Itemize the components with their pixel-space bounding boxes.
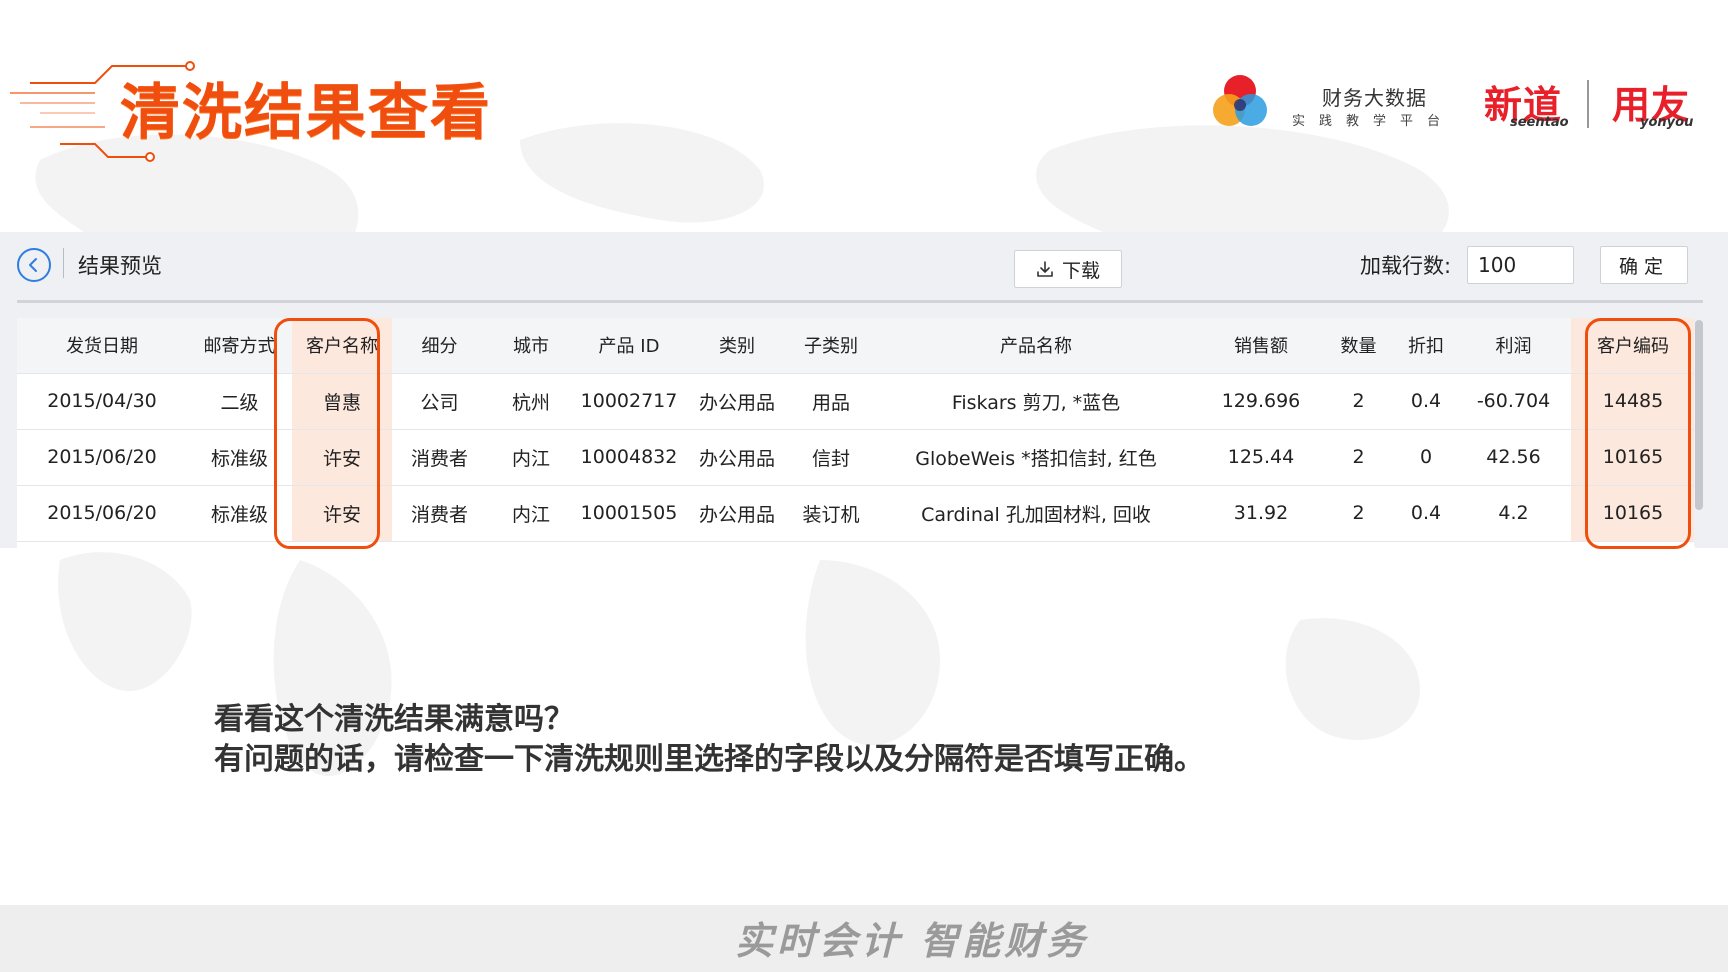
col-header-product-name[interactable]: 产品名称 [871, 318, 1201, 374]
cell-customer-name: 许安 [292, 485, 392, 542]
download-icon [1037, 261, 1053, 277]
cell-sales: 31.92 [1201, 485, 1321, 542]
platform-name: 财务大数据 [1322, 86, 1427, 110]
table-row[interactable]: 2015/06/20 标准级 许安 消费者 内江 10001505 办公用品 装… [17, 485, 1695, 542]
cell-city: 内江 [487, 429, 575, 486]
caption-line-2: 有问题的话，请检查一下清洗规则里选择的字段以及分隔符是否填写正确。 [214, 742, 1204, 777]
result-table: 发货日期 邮寄方式 客户名称 细分 城市 产品 ID 类别 子类别 产品名称 销… [17, 318, 1695, 548]
cell-ship-date: 2015/04/30 [17, 373, 187, 430]
cell-profit: 4.2 [1456, 485, 1571, 542]
cell-discount: 0 [1396, 429, 1456, 486]
cell-ship-mode: 标准级 [187, 429, 292, 486]
toolbar: 结果预览 下载 加载行数: 确定 [0, 232, 1728, 302]
col-header-customer-id[interactable]: 客户编码 [1571, 318, 1695, 374]
col-header-segment[interactable]: 细分 [392, 318, 487, 374]
cell-city: 内江 [487, 485, 575, 542]
chevron-left-icon [29, 258, 37, 272]
cell-discount: 0.4 [1396, 485, 1456, 542]
caption-line-1: 看看这个清洗结果满意吗？ [214, 702, 574, 737]
cell-segment: 消费者 [392, 429, 487, 486]
cell-discount: 0.4 [1396, 373, 1456, 430]
table-row[interactable]: 2015/04/30 二级 曾惠 公司 杭州 10002717 办公用品 用品 … [17, 373, 1695, 430]
cell-segment: 公司 [392, 373, 487, 430]
confirm-button[interactable]: 确定 [1600, 246, 1688, 284]
seentao-logo-en: seentao [1510, 115, 1569, 130]
col-header-profit[interactable]: 利润 [1456, 318, 1571, 374]
brand-divider [1587, 80, 1589, 128]
cell-category: 办公用品 [683, 429, 791, 486]
cell-profit: 42.56 [1456, 429, 1571, 486]
table-scroll-thumb[interactable] [1695, 320, 1703, 510]
yonyou-logo-en: yonyou [1640, 115, 1694, 130]
col-header-ship-mode[interactable]: 邮寄方式 [187, 318, 292, 374]
table-row[interactable]: 2015/06/20 标准级 许安 消费者 内江 10004832 办公用品 信… [17, 429, 1695, 486]
cell-subcategory: 装订机 [791, 485, 871, 542]
col-header-sales[interactable]: 销售额 [1201, 318, 1321, 374]
cell-city: 杭州 [487, 373, 575, 430]
col-header-subcategory[interactable]: 子类别 [791, 318, 871, 374]
cell-sales: 125.44 [1201, 429, 1321, 486]
col-header-quantity[interactable]: 数量 [1321, 318, 1396, 374]
cell-ship-date: 2015/06/20 [17, 429, 187, 486]
cell-quantity: 2 [1321, 373, 1396, 430]
cell-profit: -60.704 [1456, 373, 1571, 430]
download-button[interactable]: 下载 [1014, 250, 1122, 288]
cell-sales: 129.696 [1201, 373, 1321, 430]
platform-subtitle: 实践教学平台 [1292, 114, 1455, 129]
col-header-category[interactable]: 类别 [683, 318, 791, 374]
cell-product-name: GlobeWeis *搭扣信封, 红色 [871, 429, 1201, 486]
platform-logo-icon [1213, 75, 1267, 126]
download-label: 下载 [1061, 259, 1100, 282]
rows-input[interactable] [1467, 246, 1574, 284]
cell-customer-name: 许安 [292, 429, 392, 486]
cell-product-id: 10002717 [575, 373, 683, 430]
cell-ship-mode: 标准级 [187, 485, 292, 542]
rows-label: 加载行数: [1360, 254, 1452, 278]
cell-product-id: 10001505 [575, 485, 683, 542]
cell-quantity: 2 [1321, 429, 1396, 486]
panel-title: 结果预览 [78, 254, 162, 278]
toolbar-divider [17, 300, 1703, 303]
col-header-discount[interactable]: 折扣 [1396, 318, 1456, 374]
cell-subcategory: 信封 [791, 429, 871, 486]
cell-customer-id: 14485 [1571, 373, 1695, 430]
slide-title: 清洗结果查看 [120, 78, 492, 148]
cell-segment: 消费者 [392, 485, 487, 542]
cell-ship-date: 2015/06/20 [17, 485, 187, 542]
cell-product-name: Cardinal 孔加固材料, 回收 [871, 485, 1201, 542]
col-header-customer-name[interactable]: 客户名称 [292, 318, 392, 374]
cell-customer-id: 10165 [1571, 429, 1695, 486]
col-header-ship-date[interactable]: 发货日期 [17, 318, 187, 374]
cell-product-name: Fiskars 剪刀, *蓝色 [871, 373, 1201, 430]
cell-ship-mode: 二级 [187, 373, 292, 430]
back-button[interactable] [17, 248, 51, 282]
slide-caption: 看看这个清洗结果满意吗？ 有问题的话，请检查一下清洗规则里选择的字段以及分隔符是… [214, 700, 1204, 780]
toolbar-separator [63, 248, 64, 278]
table-header-row: 发货日期 邮寄方式 客户名称 细分 城市 产品 ID 类别 子类别 产品名称 销… [17, 318, 1695, 374]
col-header-product-id[interactable]: 产品 ID [575, 318, 683, 374]
cell-quantity: 2 [1321, 485, 1396, 542]
cell-subcategory: 用品 [791, 373, 871, 430]
cell-category: 办公用品 [683, 373, 791, 430]
cell-category: 办公用品 [683, 485, 791, 542]
cell-product-id: 10004832 [575, 429, 683, 486]
col-header-city[interactable]: 城市 [487, 318, 575, 374]
cell-customer-id: 10165 [1571, 485, 1695, 542]
footer-slogan: 实时会计 智能财务 [735, 918, 1089, 963]
cell-customer-name: 曾惠 [292, 373, 392, 430]
